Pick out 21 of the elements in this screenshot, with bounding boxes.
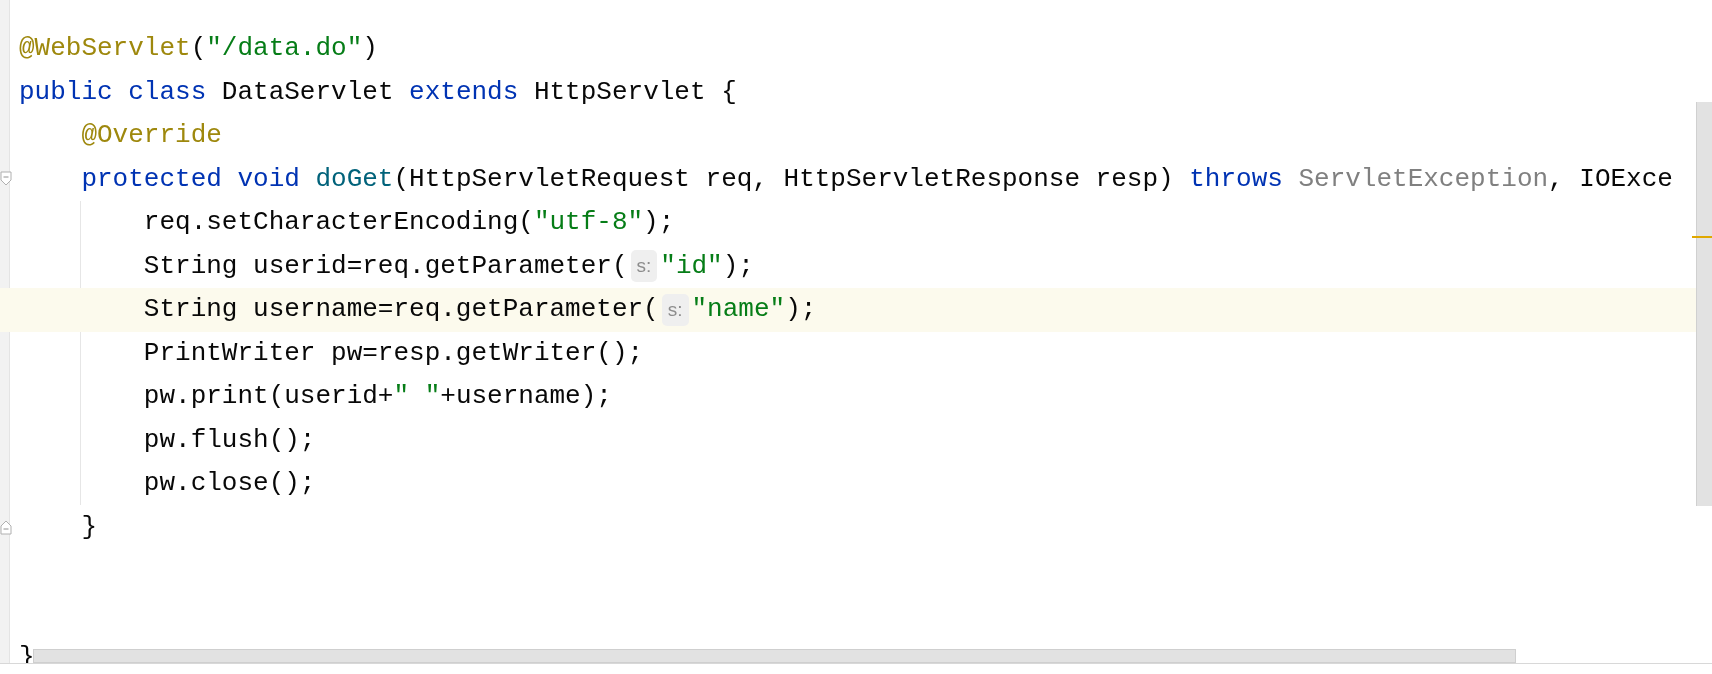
code-text: String username=req.getParameter(	[142, 293, 659, 327]
warning-marker[interactable]	[1692, 236, 1712, 238]
horizontal-scrollbar[interactable]	[33, 649, 1516, 663]
parameter-hint: s:	[630, 250, 658, 283]
parameter-hint: s:	[661, 293, 689, 326]
code-text: pw.print(userid+" "+username);	[142, 380, 612, 414]
fold-icon[interactable]	[0, 519, 12, 536]
code-text: PrintWriter pw=resp.getWriter();	[142, 336, 644, 370]
code-text: pw.close();	[142, 467, 316, 501]
vertical-scrollbar[interactable]	[1696, 102, 1712, 506]
code-text: }	[80, 510, 97, 544]
code-text: @WebServlet("/data.do")	[19, 32, 378, 66]
code-text: public class DataServlet extends HttpServlet {	[19, 75, 737, 109]
code-text: pw.flush();	[142, 423, 316, 457]
code-text: @Override	[80, 119, 222, 153]
code-text: String userid=req.getParameter(	[142, 249, 628, 283]
code-text: protected void doGet(HttpServletRequest req, HttpServletResponse resp) throws ServletException, IOExce	[80, 162, 1673, 196]
code-text: req.setCharacterEncoding("utf-8");	[142, 206, 675, 240]
code-text: "name");	[691, 293, 817, 327]
code-text: "id");	[660, 249, 754, 283]
fold-icon[interactable]	[0, 171, 12, 188]
